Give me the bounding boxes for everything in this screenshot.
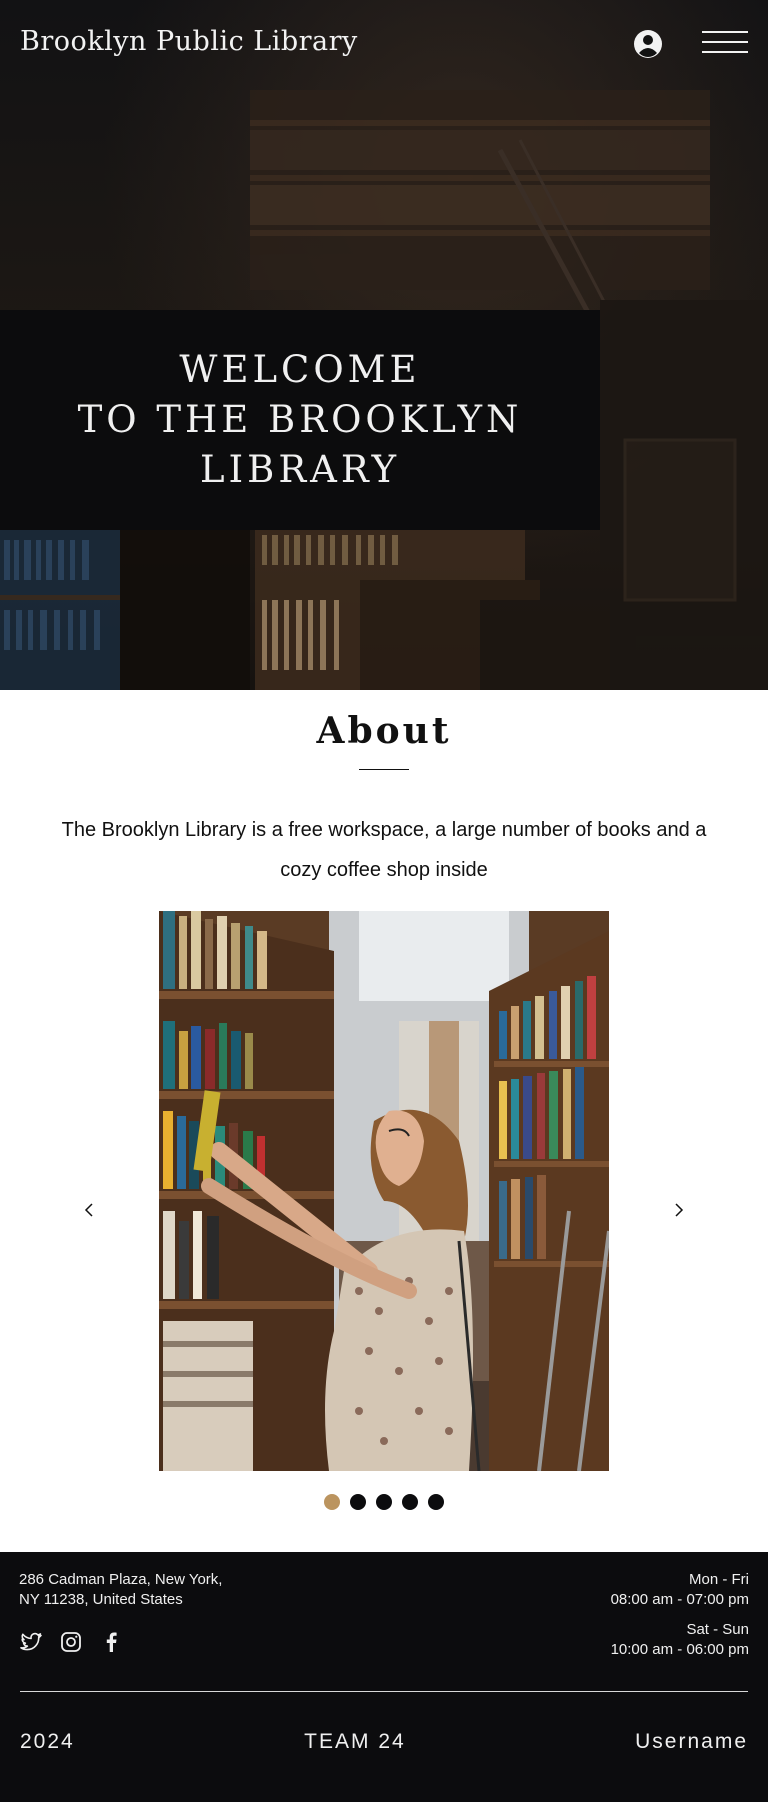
address: 286 Cadman Plaza, New York, NY 11238, Un…: [19, 1570, 222, 1610]
facebook-icon[interactable]: [99, 1630, 123, 1654]
address-line: NY 11238, United States: [19, 1591, 183, 1608]
hours-time: 08:00 am - 07:00 pm: [610, 1591, 749, 1608]
twitter-icon[interactable]: [19, 1630, 43, 1654]
hours-days: Sat - Sun: [686, 1621, 749, 1638]
about-text-line: cozy coffee shop inside: [280, 859, 488, 881]
copyright-year: 2024: [20, 1730, 75, 1753]
library-photo: [159, 911, 609, 1471]
welcome-line: TO THE BROOKLYN: [77, 398, 523, 441]
user-circle-icon[interactable]: [633, 29, 663, 59]
username-link[interactable]: Username: [635, 1730, 748, 1754]
about-title: About: [316, 710, 452, 752]
welcome-banner: WELCOME TO THE BROOKLYN LIBRARY: [0, 310, 600, 530]
about-description: The Brooklyn Library is a free workspace…: [30, 810, 738, 890]
footer-divider: [20, 1691, 748, 1692]
hero-section: Brooklyn Public Library WELCOME TO THE B…: [0, 0, 768, 690]
carousel-slide-image: [159, 911, 609, 1471]
site-title[interactable]: Brooklyn Public Library: [20, 26, 358, 57]
title-divider: [359, 769, 409, 770]
carousel-dot-1[interactable]: [324, 1494, 340, 1510]
carousel-dot-3[interactable]: [376, 1494, 392, 1510]
about-text-line: The Brooklyn Library is a free workspace…: [61, 819, 707, 841]
menu-line: [702, 51, 748, 53]
hours-time: 10:00 am - 06:00 pm: [610, 1641, 749, 1658]
about-section: About The Brooklyn Library is a free wor…: [0, 690, 768, 1552]
welcome-line: WELCOME: [179, 348, 421, 391]
hamburger-menu-icon[interactable]: [702, 31, 748, 55]
social-links: [19, 1630, 123, 1654]
footer-bottom-bar: 2024 TEAM 24 Username: [20, 1730, 748, 1754]
carousel-dot-5[interactable]: [428, 1494, 444, 1510]
menu-line: [702, 41, 748, 43]
team-link[interactable]: TEAM 24: [304, 1730, 406, 1754]
site-footer: 286 Cadman Plaza, New York, NY 11238, Un…: [0, 1552, 768, 1802]
welcome-line: LIBRARY: [199, 448, 401, 491]
instagram-icon[interactable]: [59, 1630, 83, 1654]
chevron-right-icon[interactable]: [666, 1198, 690, 1222]
carousel-pagination: [0, 1494, 768, 1510]
carousel-dot-2[interactable]: [350, 1494, 366, 1510]
carousel-dot-4[interactable]: [402, 1494, 418, 1510]
opening-hours: Mon - Fri 08:00 am - 07:00 pm Sat - Sun …: [611, 1570, 749, 1660]
chevron-left-icon[interactable]: [78, 1198, 102, 1222]
menu-line: [702, 31, 748, 33]
hours-days: Mon - Fri: [689, 1571, 749, 1588]
address-line: 286 Cadman Plaza, New York,: [19, 1571, 223, 1588]
